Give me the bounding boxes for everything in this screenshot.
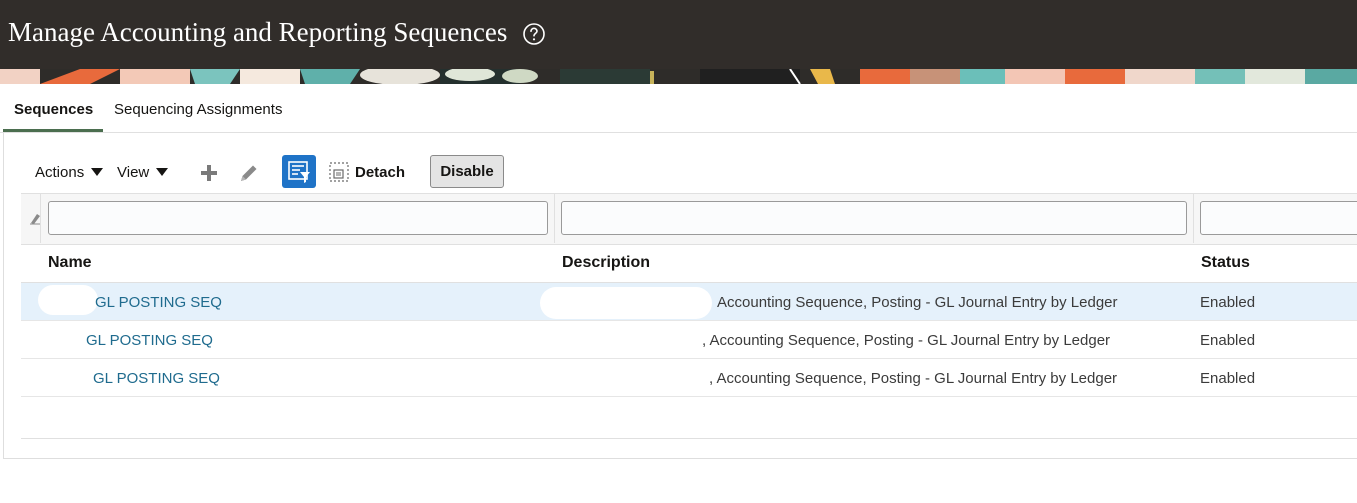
tab-bar: Sequences Sequencing Assignments (0, 84, 1357, 133)
caret-down-icon (156, 168, 169, 176)
table-row[interactable] (21, 321, 1357, 359)
redacted-area (540, 287, 712, 319)
redacted-area (38, 285, 98, 315)
sequence-name-link[interactable]: GL POSTING SEQ (95, 294, 222, 311)
column-header-description[interactable]: Description (562, 254, 650, 272)
view-menu[interactable]: View (117, 164, 169, 181)
column-divider (40, 193, 41, 243)
column-header-status[interactable]: Status (1201, 254, 1250, 272)
tab-sequences[interactable]: Sequences (14, 101, 93, 118)
detach-icon[interactable] (329, 162, 349, 182)
table-header-row (21, 243, 1357, 283)
name-filter-input[interactable] (48, 201, 548, 235)
column-header-name[interactable]: Name (48, 254, 92, 272)
actions-label: Actions (35, 164, 85, 181)
view-label: View (117, 164, 150, 181)
sequence-status: Enabled (1200, 332, 1256, 349)
actions-menu[interactable]: Actions (35, 164, 104, 181)
detach-button[interactable]: Detach (355, 164, 405, 181)
page-header: Manage Accounting and Reporting Sequence… (0, 0, 1357, 69)
column-divider (1193, 193, 1194, 243)
page-title: Manage Accounting and Reporting Sequence… (8, 17, 508, 47)
sequence-status: Enabled (1200, 370, 1256, 387)
table-footer-divider (21, 438, 1357, 439)
decorative-banner (0, 69, 1357, 84)
question-circle-icon[interactable] (522, 22, 546, 46)
caret-down-icon (91, 168, 104, 176)
sequence-status: Enabled (1200, 294, 1256, 311)
sequence-description: , Accounting Sequence, Posting - GL Jour… (709, 370, 1118, 387)
sequence-name-link[interactable]: GL POSTING SEQ (93, 370, 220, 387)
description-filter-input[interactable] (561, 201, 1187, 235)
query-by-example-icon (288, 161, 310, 183)
disable-button[interactable]: Disable (430, 155, 504, 188)
tab-sequencing-assignments[interactable]: Sequencing Assignments (114, 101, 282, 118)
plus-icon[interactable] (199, 163, 219, 183)
table-row[interactable] (21, 359, 1357, 397)
pencil-icon[interactable] (237, 161, 261, 185)
sequence-description: Accounting Sequence, Posting - GL Journa… (717, 294, 1118, 311)
sequence-name-link[interactable]: GL POSTING SEQ (86, 332, 213, 349)
sequence-description: , Accounting Sequence, Posting - GL Jour… (702, 332, 1111, 349)
query-by-example-button[interactable] (282, 155, 316, 188)
column-divider (554, 193, 555, 243)
status-filter-input[interactable] (1200, 201, 1357, 235)
